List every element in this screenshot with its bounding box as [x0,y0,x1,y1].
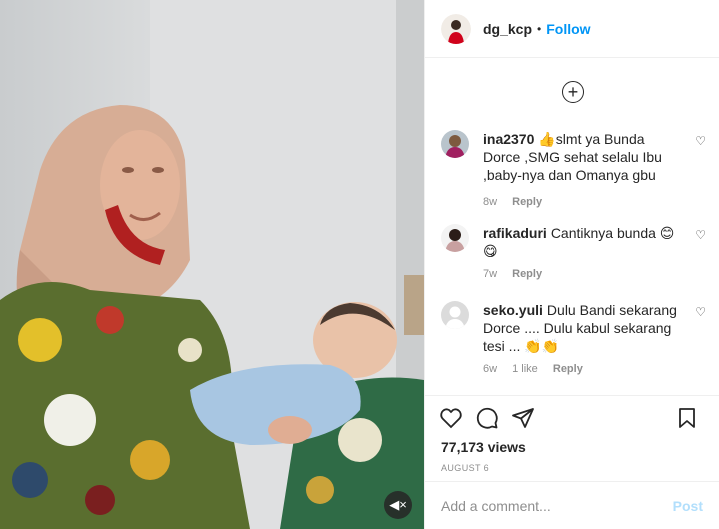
mute-button[interactable]: ◀× [384,491,412,519]
comment-username[interactable]: ina2370 [483,131,534,147]
comment-time: 6w [483,363,498,375]
add-comment-bar: Post [425,481,719,529]
view-count[interactable]: 77,173 views [425,439,719,457]
video-frame-illustration [0,0,424,529]
instagram-post-viewer: ◀× dg_kcp • Follow + ina2370 👍slmt ya Bu… [0,0,719,529]
separator-dot: • [537,21,542,36]
speaker-muted-icon: ◀× [389,497,407,512]
load-more-comments-button[interactable]: + [562,81,584,103]
comment-bubble-icon[interactable] [475,406,499,430]
author-avatar[interactable] [441,13,471,44]
post-side-panel: dg_kcp • Follow + ina2370 👍slmt ya Bunda … [424,0,719,529]
post-comment-button[interactable]: Post [673,498,703,514]
comment-meta: 6w 1 like Reply [483,363,595,375]
comment-time: 7w [483,268,498,280]
post-date: AUGUST 6 [441,463,490,473]
commenter-avatar[interactable] [441,130,469,158]
comment-text: seko.yuli Dulu Bandi sekarang Dorce .... … [483,302,677,354]
comment-input[interactable] [441,497,673,514]
author-username[interactable]: dg_kcp [483,21,532,37]
comment-text: ina2370 👍slmt ya Bunda Dorce ,SMG sehat s… [483,131,662,183]
heart-icon[interactable]: ♡ [695,228,706,242]
reply-button[interactable]: Reply [553,363,583,375]
paper-plane-icon[interactable] [511,406,535,430]
comment-time: 8w [483,196,498,208]
comments-list: + ina2370 👍slmt ya Bunda Dorce ,SMG sehat… [425,58,719,395]
heart-icon[interactable]: ♡ [695,134,706,148]
follow-button[interactable]: Follow [546,21,590,37]
reply-button[interactable]: Reply [512,196,542,208]
comment-likes[interactable]: 1 like [512,363,538,375]
post-header: dg_kcp • Follow [425,0,719,58]
comment-text: rafikaduri Cantiknya bunda 😊😋 [483,225,675,259]
post-video[interactable]: ◀× [0,0,424,529]
post-actions-bar [425,395,719,439]
reply-button[interactable]: Reply [512,268,542,280]
plus-circle-icon: + [567,82,579,102]
comment-username[interactable]: rafikaduri [483,225,547,241]
comment-meta: 7w Reply [483,268,554,280]
heart-icon[interactable]: ♡ [695,305,706,319]
heart-icon[interactable] [439,406,463,430]
commenter-avatar[interactable] [441,301,469,329]
bookmark-icon[interactable] [675,406,699,430]
commenter-avatar[interactable] [441,224,469,252]
comment-meta: 8w Reply [483,196,554,208]
comment-username[interactable]: seko.yuli [483,302,543,318]
